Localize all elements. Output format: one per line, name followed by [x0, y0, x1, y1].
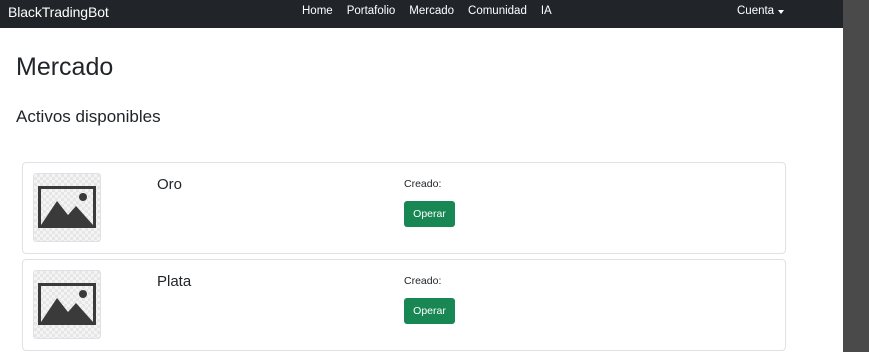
section-title: Activos disponibles	[16, 107, 161, 126]
asset-name: Plata	[157, 273, 192, 290]
nav-link-portafolio[interactable]: Portafolio	[347, 5, 396, 17]
nav-link-ia[interactable]: IA	[541, 5, 552, 17]
asset-thumbnail	[33, 173, 101, 242]
image-placeholder-icon	[38, 283, 96, 325]
image-placeholder-icon	[38, 186, 96, 228]
account-label: Cuenta	[737, 5, 775, 17]
page-scrollbar[interactable]	[843, 0, 869, 352]
operar-button[interactable]: Operar	[404, 201, 455, 227]
nav-links: Home Portafolio Mercado Comunidad IA	[302, 5, 552, 17]
asset-card-plata: Plata Creado: Operar	[22, 259, 786, 351]
caret-down-icon	[778, 9, 785, 14]
brand-link[interactable]: BlackTradingBot	[8, 4, 109, 20]
nav-link-mercado[interactable]: Mercado	[409, 5, 454, 17]
nav-link-comunidad[interactable]: Comunidad	[468, 5, 527, 17]
created-label: Creado:	[404, 178, 442, 190]
asset-card-oro: Oro Creado: Operar	[22, 162, 786, 254]
top-navbar: BlackTradingBot Home Portafolio Mercado …	[0, 0, 843, 28]
operar-button[interactable]: Operar	[404, 298, 455, 324]
created-label: Creado:	[404, 275, 442, 287]
page-title: Mercado	[16, 53, 114, 81]
asset-thumbnail	[33, 270, 101, 339]
account-dropdown[interactable]: Cuenta	[737, 5, 785, 17]
asset-name: Oro	[157, 176, 183, 193]
nav-link-home[interactable]: Home	[302, 5, 333, 17]
